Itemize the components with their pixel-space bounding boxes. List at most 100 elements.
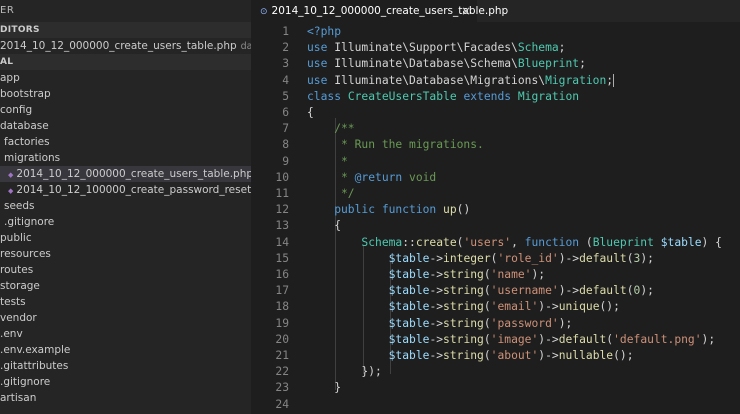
code-token: default [558, 332, 607, 346]
tree-item[interactable]: bootstrap [0, 86, 251, 102]
tree-item-label: app [0, 72, 20, 84]
code-token: default [579, 284, 627, 298]
line-number: 24 [275, 397, 289, 411]
line-number: 6 [282, 106, 289, 119]
line-number: 23 [275, 381, 289, 395]
open-editor-item[interactable]: 2014_10_12_000000_create_users_table.php… [0, 38, 251, 54]
tree-item[interactable]: .gitignore [0, 214, 251, 230]
line-number: 21 [275, 349, 289, 362]
tree-item[interactable]: resources [0, 246, 251, 262]
tree-item[interactable]: app [0, 70, 251, 86]
code-token: string [443, 284, 484, 298]
code-line: 13 { [251, 218, 740, 234]
code-token: function [524, 235, 586, 249]
tree-item[interactable]: database [0, 118, 251, 134]
code-text: use Illuminate\Database\Schema\Blueprint… [307, 56, 586, 72]
code-token: $table [307, 251, 430, 265]
line-number: 4 [282, 73, 289, 87]
code-text: { [307, 218, 341, 234]
code-text: * [307, 154, 348, 170]
tree-item[interactable]: migrations [0, 150, 251, 166]
code-token: -> [429, 268, 444, 281]
code-token: $table [307, 349, 430, 362]
tree-item[interactable]: .gitignore [0, 374, 251, 390]
tree-item-label: public [0, 232, 32, 244]
code-token: 'username' [490, 284, 559, 298]
code-token: string [443, 268, 484, 281]
tree-item-label: resources [0, 248, 51, 260]
line-number: 19 [275, 316, 289, 330]
code-token: ( [626, 251, 634, 265]
code-token: integer [443, 251, 491, 265]
line-number: 8 [282, 138, 289, 152]
code-token: ; [606, 73, 614, 87]
file-tree: app bootstrap config database factories migra… [0, 70, 251, 406]
code-token: $table [307, 332, 430, 346]
tree-item[interactable]: ◆ 2014_10_12_000000_create_users_table.ph… [0, 166, 251, 182]
code-token: 'image' [490, 332, 539, 346]
code-token: Schema [307, 235, 403, 249]
tree-item[interactable]: .gitattributes [0, 358, 251, 374]
code-line: 24 [251, 397, 740, 413]
code-token: )-> [538, 300, 559, 314]
code-token: /** [307, 122, 355, 136]
tree-item[interactable]: config [0, 102, 251, 118]
line-number: 10 [275, 170, 289, 184]
project-section[interactable]: AL [0, 54, 251, 70]
tree-item[interactable]: ◆ 2014_10_12_100000_create_password_reset… [0, 182, 251, 198]
tree-item[interactable]: routes [0, 262, 251, 278]
close-icon[interactable]: × [461, 0, 471, 22]
code-token: extends [463, 89, 518, 103]
code-token: $table [660, 235, 702, 249]
code-text: $table->string('about')->nullable(); [307, 348, 634, 364]
tab-bar: ⊙ 2014_10_12_000000_create_users_table.ph… [251, 0, 740, 22]
code-token: ( [483, 300, 491, 314]
tree-item-label: 2014_10_12_000000_create_users_table.php [16, 168, 251, 180]
tree-item[interactable]: factories [0, 134, 251, 150]
tree-item[interactable]: vendor [0, 310, 251, 326]
code-token: }); [307, 365, 382, 379]
code-token: $table [307, 300, 430, 314]
tree-item-label: routes [0, 264, 34, 276]
code-token: ; [579, 57, 586, 71]
code-line: 7 /** [251, 121, 740, 137]
tree-item[interactable]: storage [0, 278, 251, 294]
line-number: 1 [282, 25, 289, 38]
tree-item-label: storage [0, 280, 40, 292]
code-token: function [381, 203, 444, 217]
tree-item-label: artisan [0, 392, 37, 404]
open-editors-section[interactable]: DITORS [0, 22, 251, 38]
code-token: @return [354, 170, 403, 184]
tree-item[interactable]: tests [0, 294, 251, 310]
code-text: Schema::create('users', function (Bluepr… [307, 235, 722, 251]
code-text: class CreateUsersTable extends Migration [307, 89, 579, 105]
code-token: 'password' [490, 316, 559, 330]
code-token: string [443, 349, 484, 362]
tab-create-users-table[interactable]: ⊙ 2014_10_12_000000_create_users_table.ph… [251, 0, 508, 22]
code-token: { [307, 106, 314, 119]
tree-item[interactable]: .env [0, 326, 251, 342]
tree-item-label: .env.example [0, 344, 71, 356]
code-token: string [443, 316, 484, 330]
code-token: string [443, 332, 484, 346]
code-token: public [307, 203, 382, 217]
code-line: 20 $table->string('image')->default('def… [251, 332, 740, 348]
code-text: $table->string('password'); [307, 316, 573, 332]
tree-item-label: .gitignore [4, 216, 55, 228]
tree-item[interactable]: artisan [0, 390, 251, 406]
tree-item[interactable]: seeds [0, 198, 251, 214]
code-line: 4 use Illuminate\Database\Migrations\Migr… [251, 73, 740, 89]
code-token: <?php [307, 25, 342, 38]
code-line: 16 $table->string('name'); [251, 267, 740, 283]
code-text: */ [307, 186, 355, 202]
tree-item[interactable]: .env.example [0, 342, 251, 358]
code-line: 5 class CreateUsersTable extends Migratio… [251, 89, 740, 105]
code-token: ( [483, 332, 491, 346]
tree-item-label: .env [0, 328, 23, 340]
line-number: 22 [275, 365, 289, 379]
code-token: )-> [558, 251, 580, 265]
tree-item[interactable]: public [0, 230, 251, 246]
tree-item-label: 2014_10_12_100000_create_password_resets… [16, 184, 251, 196]
code-token: * [307, 154, 348, 168]
code-editor[interactable]: 1 <?php 2 use Illuminate\Support\Facades\Sc… [251, 22, 740, 414]
